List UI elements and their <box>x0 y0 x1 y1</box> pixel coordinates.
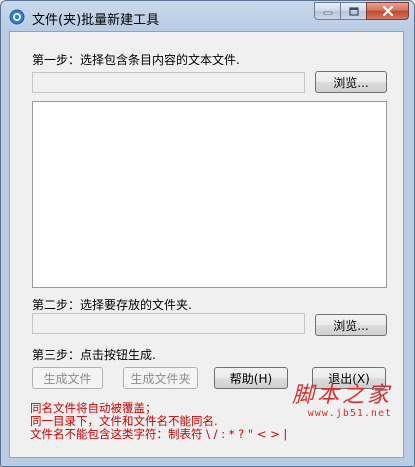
minimize-icon <box>323 11 332 15</box>
browse-text-file-button[interactable]: 浏览... <box>315 71 387 93</box>
title-bar[interactable]: 文件(夹)批量新建工具 <box>1 1 414 31</box>
app-icon <box>9 9 25 25</box>
help-button[interactable]: 帮助(H) <box>214 367 288 389</box>
text-file-path-field[interactable] <box>32 72 305 93</box>
content-list-box[interactable] <box>32 101 387 288</box>
target-folder-path-field[interactable] <box>32 313 305 334</box>
site-watermark-logo: 脚本之家 www.jb51.net <box>291 383 392 420</box>
close-button[interactable] <box>366 2 409 20</box>
watermark-url: www.jb51.net <box>307 408 392 419</box>
close-icon <box>382 6 393 16</box>
step1-label: 第一步：选择包含条目内容的文本文件. <box>32 53 240 67</box>
create-folders-button[interactable]: 生成文件夹 <box>123 367 198 389</box>
step3-label: 第三步：点击按钮生成. <box>32 348 156 362</box>
browse-folder-button[interactable]: 浏览... <box>315 314 387 336</box>
maximize-button[interactable] <box>340 2 366 20</box>
caption-buttons <box>314 2 409 20</box>
create-files-button[interactable]: 生成文件 <box>32 367 103 389</box>
maximize-icon <box>348 6 359 16</box>
watermark-title: 脚本之家 <box>291 383 392 408</box>
minimize-button[interactable] <box>314 2 340 20</box>
note-invalid-chars: 文件名不能包含这类字符：制表符 \ / : * ? " < > | <box>30 427 288 441</box>
app-window: 文件(夹)批量新建工具 第一步：选择包含条目内容的文本文件. 浏览... 第二步… <box>0 0 415 467</box>
window-title: 文件(夹)批量新建工具 <box>32 13 160 28</box>
step2-label: 第二步：选择要存放的文件夹. <box>32 298 192 312</box>
